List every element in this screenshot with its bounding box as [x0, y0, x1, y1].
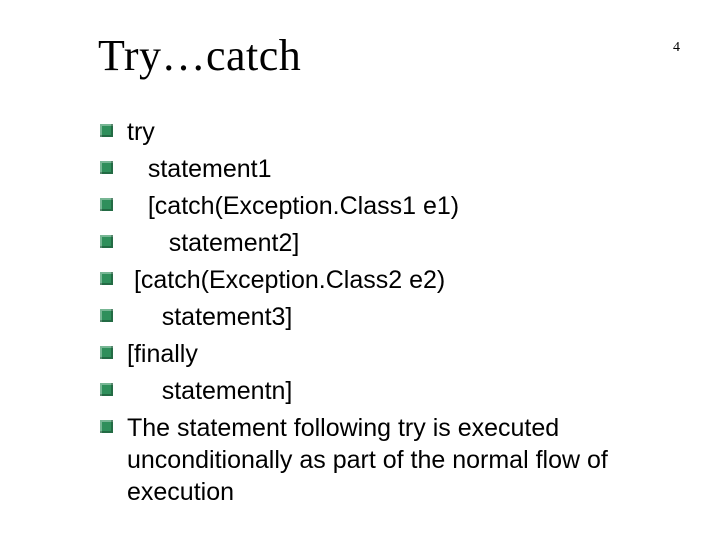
square-bullet-icon: [100, 383, 113, 396]
square-bullet-icon: [100, 346, 113, 359]
list-item-text: The statement following try is executed …: [127, 412, 680, 508]
square-bullet-icon: [100, 161, 113, 174]
square-bullet-icon: [100, 272, 113, 285]
slide-title: Try…catch: [98, 30, 301, 81]
list-item-text: statementn]: [127, 375, 292, 407]
list-item: [catch(Exception.Class2 e2): [100, 264, 680, 296]
list-item-text: [catch(Exception.Class1 e1): [127, 190, 459, 222]
list-item-text: statement3]: [127, 301, 292, 333]
list-item: [finally: [100, 338, 680, 370]
square-bullet-icon: [100, 420, 113, 433]
list-item-text: try: [127, 116, 155, 148]
list-item-text: statement2]: [127, 227, 299, 259]
slide-body: try statement1 [catch(Exception.Class1 e…: [100, 116, 680, 513]
list-item: statementn]: [100, 375, 680, 407]
square-bullet-icon: [100, 124, 113, 137]
square-bullet-icon: [100, 309, 113, 322]
square-bullet-icon: [100, 198, 113, 211]
list-item: [catch(Exception.Class1 e1): [100, 190, 680, 222]
list-item: statement3]: [100, 301, 680, 333]
list-item-text: statement1: [127, 153, 272, 185]
page-number: 4: [673, 40, 680, 56]
square-bullet-icon: [100, 235, 113, 248]
list-item: statement2]: [100, 227, 680, 259]
list-item-text: [finally: [127, 338, 198, 370]
list-item: The statement following try is executed …: [100, 412, 680, 508]
list-item-text: [catch(Exception.Class2 e2): [127, 264, 445, 296]
list-item: statement1: [100, 153, 680, 185]
list-item: try: [100, 116, 680, 148]
